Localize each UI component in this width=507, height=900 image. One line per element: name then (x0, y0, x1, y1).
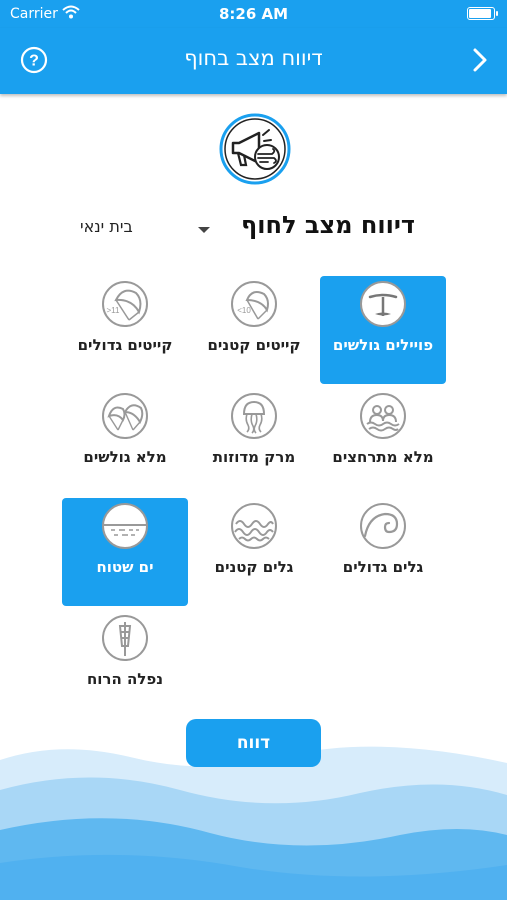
option-wind-dropped[interactable]: נפלה הרוח (62, 610, 188, 718)
nav-bar: ? דיווח מצב בחוף (0, 28, 507, 94)
megaphone-logo-icon (219, 113, 291, 185)
option-label: גלים גדולים (342, 558, 424, 576)
beach-selector[interactable]: בית ינאי (80, 217, 133, 236)
small-waves-icon (231, 503, 277, 549)
option-label: נפלה הרוח (86, 670, 164, 688)
report-header: דיווח מצב לחוף בית ינאי (0, 205, 507, 249)
option-label: מרק מדוזות (212, 448, 296, 466)
nav-title: דיווח מצב בחוף (184, 46, 323, 70)
option-label: קייטים קטנים (207, 336, 301, 354)
option-label: מלא מתרחצים (332, 448, 434, 466)
report-button[interactable]: דווח (186, 719, 321, 767)
option-label: גלים קטנים (214, 558, 294, 576)
option-large-kites[interactable]: >11 קייטים גדולים (62, 276, 188, 384)
option-small-kites[interactable]: <10 קייטים קטנים (191, 276, 317, 384)
option-label: פויילים גולשים (332, 336, 434, 354)
dropdown-arrow-icon[interactable] (198, 227, 210, 233)
option-hydrofoils[interactable]: פויילים גולשים (320, 276, 446, 384)
option-swimmers[interactable]: מלא מתרחצים (320, 388, 446, 496)
swimmers-icon (360, 393, 406, 439)
option-label: מלא גולשים (83, 448, 167, 466)
option-flat-sea[interactable]: ים שטוח (62, 498, 188, 606)
chevron-right-icon[interactable] (469, 44, 491, 76)
option-label: קייטים גדולים (77, 336, 173, 354)
small-kites-size-text: <10 (237, 306, 251, 315)
status-bar: Carrier 8:26 AM (0, 0, 507, 28)
small-kites-icon: <10 (231, 281, 277, 327)
jellyfish-icon (231, 393, 277, 439)
many-kites-icon (102, 393, 148, 439)
option-label: ים שטוח (96, 558, 154, 576)
option-big-waves[interactable]: גלים גדולים (320, 498, 446, 606)
report-title: דיווח מצב לחוף (241, 211, 415, 239)
large-kites-icon: >11 (102, 281, 148, 327)
option-small-waves[interactable]: גלים קטנים (191, 498, 317, 606)
flat-sea-icon (102, 503, 148, 549)
battery-icon (467, 7, 498, 20)
big-wave-icon (360, 503, 406, 549)
hydrofoil-icon (360, 281, 406, 327)
windsock-icon (102, 615, 148, 661)
option-jellyfish[interactable]: מרק מדוזות (191, 388, 317, 496)
large-kites-size-text: >11 (107, 306, 121, 315)
status-time: 8:26 AM (218, 5, 289, 23)
option-many-surfers[interactable]: מלא גולשים (62, 388, 188, 496)
